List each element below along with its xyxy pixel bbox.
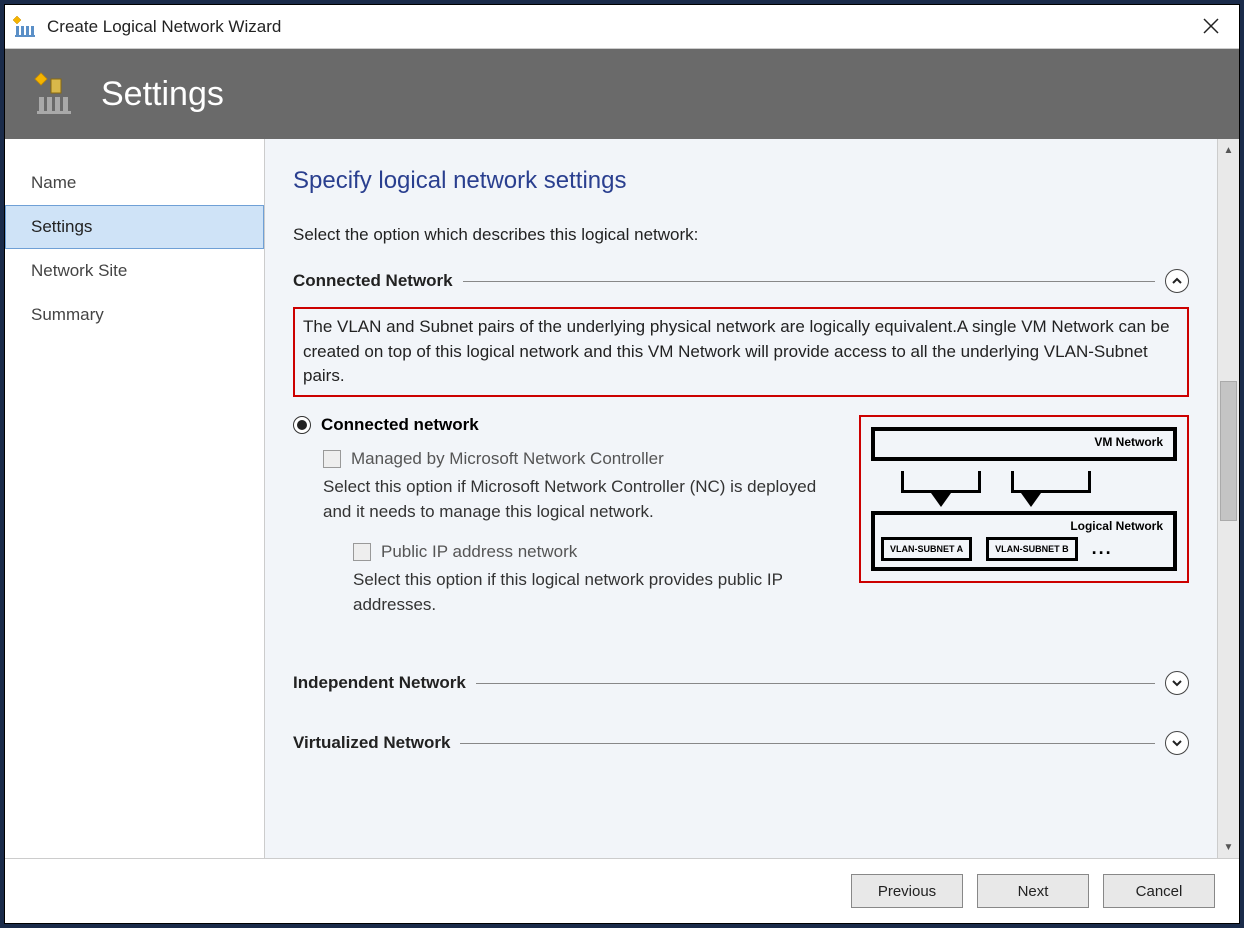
checkbox-icon — [323, 450, 341, 468]
content-wrap: Specify logical network settings Select … — [265, 139, 1239, 858]
checkbox-icon — [353, 543, 371, 561]
connected-option-row: Connected network Managed by Microsoft N… — [293, 415, 1189, 636]
connected-option-left: Connected network Managed by Microsoft N… — [293, 415, 841, 636]
wizard-body: Name Settings Network Site Summary Speci… — [5, 139, 1239, 859]
public-ip-desc: Select this option if this logical netwo… — [353, 568, 841, 617]
section-connected-network: Connected Network The VLAN and Subnet pa… — [293, 269, 1189, 635]
section-virtualized-network: Virtualized Network — [293, 731, 1189, 755]
wizard-sidebar: Name Settings Network Site Summary — [5, 139, 265, 858]
scroll-up-button[interactable]: ▲ — [1218, 139, 1239, 161]
expand-button-virtualized[interactable] — [1165, 731, 1189, 755]
window-title: Create Logical Network Wizard — [47, 17, 281, 37]
scroll-track[interactable] — [1218, 161, 1239, 836]
page-heading: Specify logical network settings — [293, 167, 1189, 195]
diagram-vm-network: VM Network — [871, 427, 1177, 461]
sidebar-item-settings[interactable]: Settings — [5, 205, 264, 249]
connected-description: The VLAN and Subnet pairs of the underly… — [293, 307, 1189, 397]
divider — [460, 743, 1155, 744]
divider — [463, 281, 1155, 282]
header-banner: Settings — [5, 49, 1239, 139]
sidebar-item-summary[interactable]: Summary — [5, 293, 264, 337]
section-header-virtualized: Virtualized Network — [293, 731, 1189, 755]
section-title-independent: Independent Network — [293, 673, 466, 693]
content-area: Specify logical network settings Select … — [265, 139, 1217, 858]
diagram-logical-network: Logical Network VLAN-SUBNET A VLAN-SUBNE… — [871, 511, 1177, 571]
intro-text: Select the option which describes this l… — [293, 225, 1189, 245]
diagram-vlan-a: VLAN-SUBNET A — [881, 537, 972, 561]
wizard-window: Create Logical Network Wizard Settings N… — [4, 4, 1240, 924]
sidebar-item-name[interactable]: Name — [5, 161, 264, 205]
section-header-independent: Independent Network — [293, 671, 1189, 695]
checkbox-label: Public IP address network — [381, 542, 577, 562]
close-button[interactable] — [1191, 5, 1231, 49]
radio-connected-network[interactable]: Connected network — [293, 415, 841, 435]
diagram-arrows — [931, 493, 1177, 511]
cancel-button[interactable]: Cancel — [1103, 874, 1215, 908]
checkbox-label: Managed by Microsoft Network Controller — [351, 449, 664, 469]
scroll-down-button[interactable]: ▼ — [1218, 836, 1239, 858]
close-icon — [1203, 18, 1219, 34]
radio-icon — [293, 416, 311, 434]
collapse-button-connected[interactable] — [1165, 269, 1189, 293]
divider — [476, 683, 1155, 684]
section-header-connected: Connected Network — [293, 269, 1189, 293]
diagram-dots: ... — [1092, 538, 1113, 559]
titlebar: Create Logical Network Wizard — [5, 5, 1239, 49]
banner-title: Settings — [101, 75, 224, 114]
expand-button-independent[interactable] — [1165, 671, 1189, 695]
button-bar: Previous Next Cancel — [5, 859, 1239, 923]
arrow-down-icon — [1021, 493, 1041, 507]
checkbox-managed-by-nc[interactable]: Managed by Microsoft Network Controller — [323, 449, 841, 469]
network-diagram: VM Network Logical Network — [859, 415, 1189, 583]
chevron-down-icon — [1171, 677, 1183, 689]
next-button[interactable]: Next — [977, 874, 1089, 908]
scroll-thumb[interactable] — [1220, 381, 1237, 521]
managed-by-nc-desc: Select this option if Microsoft Network … — [323, 475, 841, 524]
section-title-virtualized: Virtualized Network — [293, 733, 450, 753]
diagram-vlan-row: VLAN-SUBNET A VLAN-SUBNET B ... — [881, 537, 1167, 561]
sidebar-item-network-site[interactable]: Network Site — [5, 249, 264, 293]
section-title-connected: Connected Network — [293, 271, 453, 291]
diagram-vlan-b: VLAN-SUBNET B — [986, 537, 1078, 561]
vertical-scrollbar[interactable]: ▲ ▼ — [1217, 139, 1239, 858]
radio-label: Connected network — [321, 415, 479, 435]
previous-button[interactable]: Previous — [851, 874, 963, 908]
checkbox-public-ip[interactable]: Public IP address network — [353, 542, 841, 562]
diagram-vm-label: VM Network — [1094, 435, 1163, 449]
banner-icon — [33, 71, 79, 117]
chevron-up-icon — [1171, 275, 1183, 287]
section-independent-network: Independent Network — [293, 671, 1189, 695]
arrow-down-icon — [931, 493, 951, 507]
chevron-down-icon — [1171, 737, 1183, 749]
diagram-connectors — [901, 471, 1177, 493]
diagram-ln-label: Logical Network — [1070, 519, 1163, 533]
app-icon — [13, 14, 39, 40]
